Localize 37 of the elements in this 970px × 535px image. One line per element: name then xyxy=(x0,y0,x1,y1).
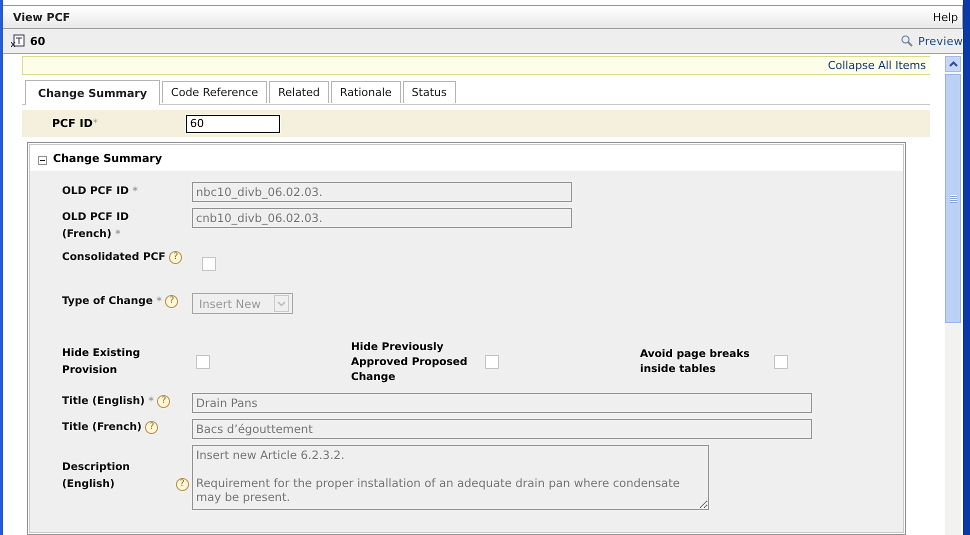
preview-link[interactable]: Preview xyxy=(901,34,963,48)
help-icon[interactable]: ? xyxy=(169,250,182,264)
field-label: Title (English) * xyxy=(62,394,154,409)
field-label: Title (French) xyxy=(62,420,142,435)
field-label: Type of Change * xyxy=(62,294,162,309)
record-number: 60 xyxy=(30,34,46,48)
field-label: OLD PCF ID * xyxy=(62,184,138,199)
field-label: Description (English) xyxy=(62,460,131,492)
checkbox[interactable] xyxy=(485,355,499,369)
tab[interactable]: Related xyxy=(269,81,329,103)
search-icon xyxy=(901,35,914,47)
section-title: Change Summary xyxy=(53,152,162,164)
tab[interactable]: Status xyxy=(402,81,456,103)
field-label: OLD PCF ID (French) * xyxy=(62,210,130,242)
tab[interactable]: Change Summary xyxy=(25,80,160,105)
required-mark: * xyxy=(92,118,98,129)
window-title: View PCF xyxy=(13,10,70,24)
checkbox[interactable] xyxy=(202,257,216,271)
document-icon xyxy=(11,34,25,48)
scroll-up-button[interactable] xyxy=(945,56,961,72)
tab[interactable]: Rationale xyxy=(330,81,401,103)
field-label: Avoid page breaks inside tables xyxy=(640,347,751,377)
field-label: Hide Previously Approved Proposed Change xyxy=(351,340,468,384)
collapse-all-link[interactable]: Collapse All Items xyxy=(828,59,926,72)
tab[interactable]: Code Reference xyxy=(162,81,268,103)
collapse-icon[interactable] xyxy=(38,156,47,164)
grip-icon xyxy=(950,194,956,202)
caret-icon xyxy=(948,61,958,67)
field-label: PCF ID xyxy=(52,117,93,130)
field-label: Hide Existing Provision xyxy=(62,346,142,378)
help-link[interactable]: Help xyxy=(932,10,958,24)
checkbox[interactable] xyxy=(774,355,788,369)
caret-icon xyxy=(274,295,289,312)
pcf-id-field[interactable]: 60 xyxy=(186,114,280,132)
scrollbar[interactable] xyxy=(945,56,961,535)
field-label: Consolidated PCF xyxy=(62,250,166,265)
checkbox[interactable] xyxy=(196,355,210,369)
